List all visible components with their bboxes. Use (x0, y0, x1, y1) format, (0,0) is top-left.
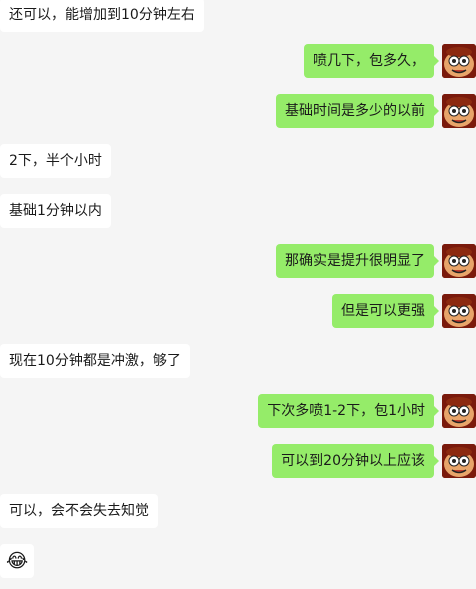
message-bubble-incoming[interactable]: 现在10分钟都是冲激，够了 (0, 344, 190, 378)
monkey-avatar-icon (442, 394, 476, 428)
message-bubble-incoming[interactable]: 可以，会不会失去知觉 (0, 494, 158, 528)
message-bubble-incoming[interactable]: 2下，半个小时 (0, 144, 111, 178)
user-avatar[interactable] (442, 244, 476, 278)
emoji-message-bubble[interactable]: 😂 (0, 544, 35, 578)
chat-message-area[interactable]: 还可以，能增加到10分钟左右 喷几下，包多久， 基础时间是多少的以前 2下，半个… (0, 0, 476, 589)
message-row-outgoing: 那确实是提升很明显了 (0, 244, 476, 280)
message-row-incoming: 😂 (0, 544, 476, 580)
message-row-outgoing: 下次多喷1-2下，包1小时 (0, 394, 476, 430)
user-avatar[interactable] (442, 394, 476, 428)
message-row-outgoing: 可以到20分钟以上应该 (0, 444, 476, 480)
monkey-avatar-icon (442, 94, 476, 128)
message-row-outgoing: 基础时间是多少的以前 (0, 94, 476, 130)
user-avatar[interactable] (442, 44, 476, 78)
message-bubble-outgoing[interactable]: 喷几下，包多久， (304, 44, 439, 78)
message-bubble-outgoing[interactable]: 那确实是提升很明显了 (276, 244, 439, 278)
monkey-avatar-icon (442, 44, 476, 78)
message-row-incoming: 基础1分钟以内 (0, 194, 476, 230)
message-row-incoming: 可以，会不会失去知觉 (0, 494, 476, 530)
message-row-incoming: 现在10分钟都是冲激，够了 (0, 344, 476, 380)
message-bubble-incoming[interactable]: 还可以，能增加到10分钟左右 (0, 0, 204, 32)
monkey-avatar-icon (442, 444, 476, 478)
message-bubble-outgoing[interactable]: 可以到20分钟以上应该 (272, 444, 439, 478)
monkey-avatar-icon (442, 244, 476, 278)
message-bubble-outgoing[interactable]: 基础时间是多少的以前 (276, 94, 439, 128)
user-avatar[interactable] (442, 444, 476, 478)
message-bubble-outgoing[interactable]: 但是可以更强 (332, 294, 439, 328)
message-row-incoming: 还可以，能增加到10分钟左右 (0, 0, 476, 34)
message-bubble-incoming[interactable]: 基础1分钟以内 (0, 194, 111, 228)
user-avatar[interactable] (442, 94, 476, 128)
message-row-outgoing: 喷几下，包多久， (0, 44, 476, 80)
message-row-incoming: 2下，半个小时 (0, 144, 476, 180)
message-bubble-outgoing[interactable]: 下次多喷1-2下，包1小时 (258, 394, 439, 428)
message-row-outgoing: 但是可以更强 (0, 294, 476, 330)
user-avatar[interactable] (442, 294, 476, 328)
monkey-avatar-icon (442, 294, 476, 328)
